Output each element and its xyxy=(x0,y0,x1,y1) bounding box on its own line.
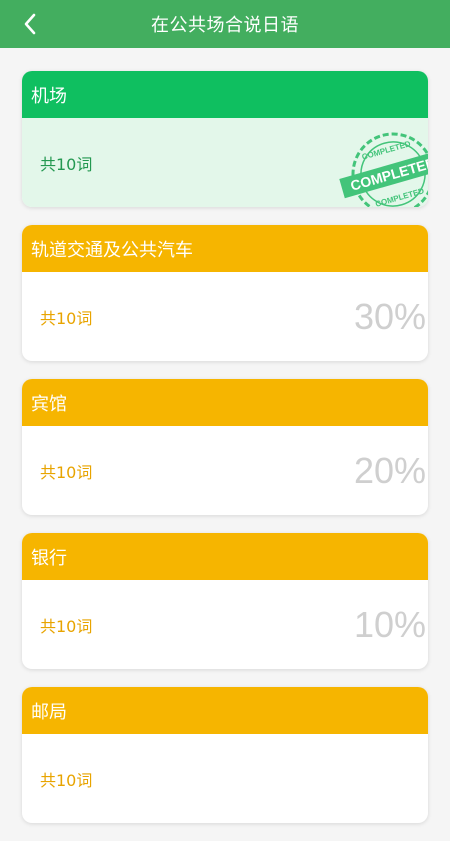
progress-percent: 20% xyxy=(353,449,426,491)
card-header: 银行 xyxy=(22,533,428,580)
page-title: 在公共场合说日语 xyxy=(151,15,299,36)
card-header: 机场 xyxy=(22,71,428,118)
completed-stamp-icon: COMPLETED COMPLETED COMPLETED xyxy=(332,124,428,207)
card-title: 银行 xyxy=(31,547,67,569)
word-count: 共10词 xyxy=(40,462,93,482)
progress-percent: 30% xyxy=(353,295,426,337)
scene-card-bank[interactable]: 银行 共10词 10% xyxy=(22,533,428,669)
card-header: 轨道交通及公共汽车 xyxy=(22,225,428,272)
card-title: 轨道交通及公共汽车 xyxy=(31,239,193,261)
chevron-left-icon xyxy=(24,13,36,35)
card-body: 共10词 10% xyxy=(22,580,428,669)
word-count: 共10词 xyxy=(40,154,93,174)
card-body: 共10词 COMPLETED COMPLETED COMPLETED xyxy=(22,118,428,207)
word-count: 共10词 xyxy=(40,770,93,790)
card-body: 共10词 20% xyxy=(22,426,428,515)
progress-percent: 10% xyxy=(353,603,426,645)
scene-card-transit[interactable]: 轨道交通及公共汽车 共10词 30% xyxy=(22,225,428,361)
scene-list: 机场 共10词 COMPLETED COMPLETED COMPLETED 轨道… xyxy=(22,71,428,841)
card-body: 共10词 xyxy=(22,734,428,823)
scene-card-airport[interactable]: 机场 共10词 COMPLETED COMPLETED COMPLETED xyxy=(22,71,428,207)
scene-card-post-office[interactable]: 邮局 共10词 xyxy=(22,687,428,823)
word-count: 共10词 xyxy=(40,308,93,328)
back-button[interactable] xyxy=(14,8,46,40)
card-header: 宾馆 xyxy=(22,379,428,426)
card-body: 共10词 30% xyxy=(22,272,428,361)
scene-card-hotel[interactable]: 宾馆 共10词 20% xyxy=(22,379,428,515)
card-title: 机场 xyxy=(31,85,67,107)
top-bar: 在公共场合说日语 xyxy=(0,0,450,48)
card-title: 宾馆 xyxy=(31,393,67,415)
word-count: 共10词 xyxy=(40,616,93,636)
card-title: 邮局 xyxy=(31,701,67,723)
card-header: 邮局 xyxy=(22,687,428,734)
